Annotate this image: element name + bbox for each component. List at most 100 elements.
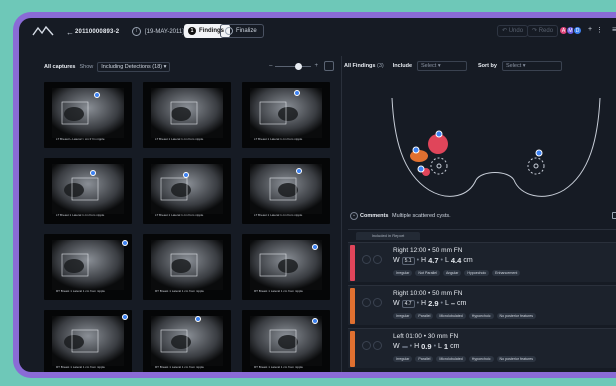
finding-tag: Irregular: [393, 356, 413, 362]
view-finding-icon[interactable]: [373, 341, 382, 350]
study-date: [19-MAY-2011]: [145, 29, 184, 35]
sort-select[interactable]: Select ▾: [501, 61, 562, 71]
detection-badge[interactable]: [195, 316, 201, 322]
capture-caption: RT Breast 1 Lateral 1 cm from nipple: [254, 365, 303, 369]
included-in-report-tab[interactable]: Included in Report: [356, 232, 420, 240]
capture-caption: LT Breast 1 Lateral 1 cm from nipple: [254, 137, 303, 141]
hamburger-menu-icon[interactable]: ≡: [612, 25, 616, 34]
zoom-in-icon[interactable]: +: [314, 63, 318, 69]
finding-card[interactable]: Right 12:00 • 50 mm FN W 5.1 • H 4.7 • L 4.4 cm Ir…: [348, 242, 616, 282]
comments-section[interactable]: ^ Comments Multiple scattered cysts.: [348, 212, 616, 230]
detection-badge[interactable]: [90, 170, 96, 176]
capture-caption: LT Breast 1 Lateral 1 cm from nipple: [254, 213, 303, 217]
redo-button[interactable]: ↷ Redo: [527, 25, 559, 37]
capture-caption: LT Breast 1 Lateral 1 cm from nipple: [155, 213, 204, 217]
finding-pin: [535, 149, 543, 157]
left-breast-outline: [513, 97, 601, 197]
width-label: W: [393, 343, 400, 350]
chevron-up-icon[interactable]: ^: [350, 212, 358, 220]
select-finding-icon[interactable]: [362, 341, 371, 350]
detection-badge[interactable]: [296, 168, 302, 174]
show-filter-select[interactable]: Including Detections (18) ▾: [97, 62, 171, 72]
capture-thumbnail[interactable]: RT Breast 1 Lateral 1 cm from nipple: [143, 234, 231, 300]
capture-thumbnail[interactable]: RT Breast 1 Lateral 1 cm from nipple: [44, 234, 132, 300]
findings-header: All Findings (3) Include Select ▾ Sort b…: [344, 60, 616, 72]
finding-title: Right 10:00 • 50 mm FN: [393, 290, 463, 297]
width-value[interactable]: 5.1: [401, 256, 415, 265]
detection-badge[interactable]: [294, 90, 300, 96]
capture-caption: LT Breast 1 Lateral 1 cm from nipple: [56, 213, 105, 217]
finding-tag: Hypoechoic: [464, 270, 490, 276]
include-placeholder: Select: [421, 63, 437, 69]
detection-badge[interactable]: [122, 240, 128, 246]
capture-thumbnail[interactable]: RT Breast 1 Lateral 1 cm from nipple: [242, 234, 330, 300]
finding-dimensions: W • H 0.9 • L 1 cm: [393, 342, 460, 351]
finding-tag: No posterior features: [496, 356, 537, 362]
panel-divider[interactable]: [341, 56, 342, 372]
sort-label: Sort by: [478, 63, 497, 69]
finding-tags: Irregular Not Parallel Angular Hypoechoic En…: [393, 270, 521, 276]
include-select[interactable]: Select ▾: [417, 61, 468, 71]
trash-icon[interactable]: [612, 212, 616, 219]
select-finding-icon[interactable]: [362, 255, 371, 264]
unit-label: cm: [450, 343, 460, 350]
capture-thumbnail[interactable]: RT Breast 1 Lateral 1 cm from nipple: [143, 310, 231, 372]
layers-icon[interactable]: [324, 61, 334, 71]
unit-label: cm: [463, 257, 473, 264]
zoom-slider[interactable]: [275, 62, 312, 70]
select-finding-icon[interactable]: [362, 298, 371, 307]
finding-dimensions: W 5.1 • H 4.7 • L 4.4 cm: [393, 256, 473, 265]
collaborator-avatars[interactable]: A M D: [559, 26, 582, 35]
capture-caption: RT Breast 1 Lateral 1 cm from nipple: [254, 289, 303, 293]
add-user-icon[interactable]: +: [588, 26, 592, 33]
finding-title: Left 01:00 • 30 mm FN: [393, 333, 459, 340]
undo-button[interactable]: ↶ Undo: [497, 25, 529, 37]
app-logo-icon: [32, 26, 54, 36]
length-label: L: [444, 257, 449, 264]
detection-badge[interactable]: [122, 314, 128, 320]
detection-badge[interactable]: [94, 92, 100, 98]
finding-tag: Irregular: [393, 313, 413, 319]
tab-finalize[interactable]: Finalize: [220, 24, 264, 38]
zoom-out-icon[interactable]: –: [269, 63, 272, 69]
capture-thumbnail[interactable]: LT Breast 1 Lateral 1 cm from nipple: [44, 158, 132, 224]
capture-thumbnail[interactable]: LT Breast 1 Lateral 1 cm from nipple: [143, 82, 231, 148]
finding-tag: Hypoechoic: [468, 356, 494, 362]
detection-badge[interactable]: [312, 244, 318, 250]
tab-finalize-label: Finalize: [236, 28, 257, 34]
avatar: D: [573, 26, 582, 35]
finding-card[interactable]: Left 01:00 • 30 mm FN W • H 0.9 • L 1 cm Irregula…: [348, 328, 616, 368]
finding-tags: Irregular Parallel Microlobulated Hypoechoi…: [393, 313, 537, 319]
width-label: W: [393, 257, 400, 264]
capture-thumbnail[interactable]: LT Breast 1 Lateral 1 cm from nipple: [143, 158, 231, 224]
zoom-slider-handle[interactable]: [295, 62, 303, 70]
finding-color-strip: [350, 331, 355, 367]
breast-diagram[interactable]: [354, 78, 616, 200]
app-window: ← 20110000893-2 i [19-MAY-2011] 1 Findin…: [19, 18, 616, 372]
width-value[interactable]: [401, 345, 408, 348]
capture-thumbnail[interactable]: RT Breast 1 Lateral 1 cm from nipple: [242, 310, 330, 372]
detection-badge[interactable]: [312, 318, 318, 324]
comments-text[interactable]: Multiple scattered cysts.: [392, 213, 451, 219]
step-number-badge: 1: [188, 27, 196, 35]
finding-tag: Irregular: [393, 270, 413, 276]
capture-thumbnail[interactable]: LT Breast 1 Lateral 1 cm from nipple: [242, 82, 330, 148]
capture-thumbnail[interactable]: RT Breast 1 Lateral 1 cm from nipple: [44, 310, 132, 372]
more-options-icon[interactable]: ⋮: [596, 26, 603, 34]
right-nipple-marker: [430, 157, 448, 175]
finding-card[interactable]: Right 10:00 • 50 mm FN W 4.7 • H 2.9 • L – cm Irre…: [348, 285, 616, 325]
back-arrow-icon[interactable]: ←: [66, 28, 74, 37]
length-value: –: [450, 299, 456, 308]
finding-pin: [417, 165, 425, 173]
captures-panel: All captures Show Including Detections (…: [44, 60, 336, 372]
findings-panel: All Findings (3) Include Select ▾ Sort b…: [344, 60, 616, 370]
findings-count: (3): [377, 63, 384, 69]
view-finding-icon[interactable]: [373, 298, 382, 307]
capture-thumbnail[interactable]: LT Breast 1 Lateral 1 cm from nipple: [242, 158, 330, 224]
study-id: 20110000893-2: [75, 29, 120, 35]
width-value[interactable]: 4.7: [401, 299, 415, 308]
detection-badge[interactable]: [183, 172, 189, 178]
capture-thumbnail[interactable]: LT Breast L-Lateral > cm fr fm nipple: [44, 82, 132, 148]
view-finding-icon[interactable]: [373, 255, 382, 264]
info-icon[interactable]: i: [132, 27, 141, 36]
